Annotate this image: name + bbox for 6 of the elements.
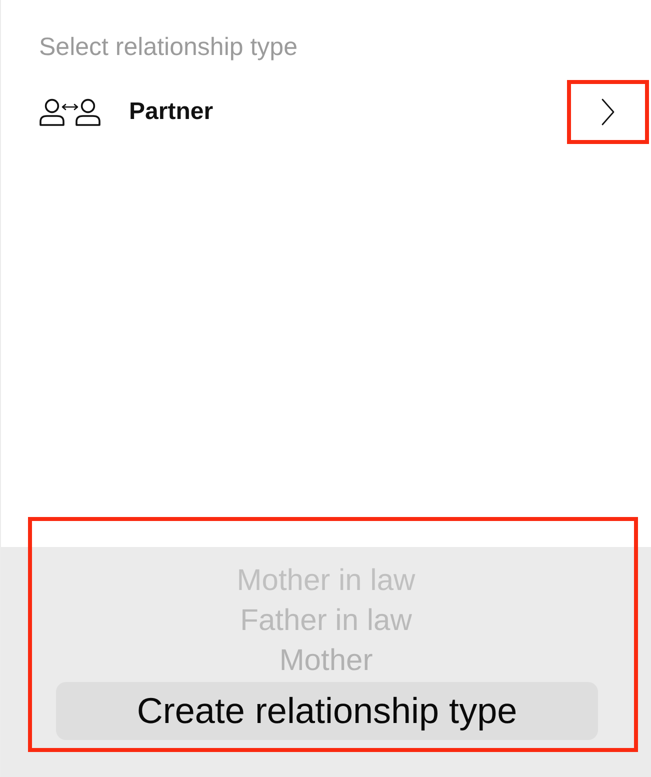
section-label: Select relationship type <box>39 33 298 61</box>
chevron-right-icon <box>601 98 615 126</box>
two-people-arrow-icon <box>39 98 101 126</box>
picker-option[interactable]: Mother <box>279 641 373 681</box>
relationship-label: Partner <box>129 97 214 127</box>
create-relationship-button[interactable]: Create relationship type <box>56 682 598 740</box>
